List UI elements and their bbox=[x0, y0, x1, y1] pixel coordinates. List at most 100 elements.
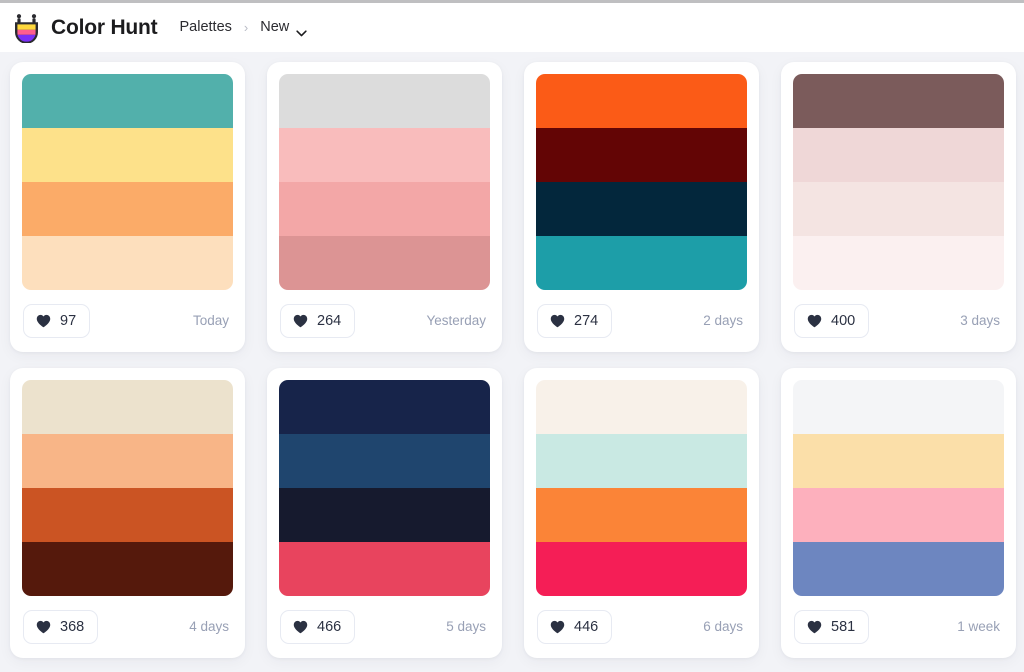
like-button[interactable]: 368 bbox=[23, 610, 99, 644]
like-count: 446 bbox=[574, 618, 599, 635]
palette-board: 97 Today 264 Yesterday 274 2 days 400 3 days 368… bbox=[0, 52, 1024, 672]
palette-card[interactable]: 581 1 week bbox=[781, 368, 1016, 658]
palette-card-footer: 581 1 week bbox=[793, 596, 1004, 658]
palette-swatch[interactable] bbox=[793, 434, 1004, 488]
like-count: 274 bbox=[574, 312, 599, 329]
like-count: 97 bbox=[60, 312, 77, 329]
like-count: 466 bbox=[317, 618, 342, 635]
palette-swatches[interactable] bbox=[536, 74, 747, 290]
palette-card[interactable]: 97 Today bbox=[10, 62, 245, 352]
heart-icon bbox=[550, 620, 565, 634]
heart-icon bbox=[36, 620, 51, 634]
palette-swatch[interactable] bbox=[279, 128, 490, 182]
like-count: 264 bbox=[317, 312, 342, 329]
palette-swatch[interactable] bbox=[793, 236, 1004, 290]
like-button[interactable]: 466 bbox=[280, 610, 356, 644]
like-count: 581 bbox=[831, 618, 856, 635]
palette-swatches[interactable] bbox=[793, 380, 1004, 596]
breadcrumb-new-label: New bbox=[260, 19, 290, 36]
palette-swatch[interactable] bbox=[793, 488, 1004, 542]
palette-swatch[interactable] bbox=[279, 236, 490, 290]
palette-swatches[interactable] bbox=[279, 74, 490, 290]
palette-card-footer: 274 2 days bbox=[536, 290, 747, 352]
palette-grid: 97 Today 264 Yesterday 274 2 days 400 3 days 368… bbox=[0, 62, 1024, 658]
breadcrumb: Palettes › New bbox=[179, 19, 307, 37]
palette-card[interactable]: 274 2 days bbox=[524, 62, 759, 352]
like-button[interactable]: 264 bbox=[280, 304, 356, 338]
palette-swatch[interactable] bbox=[536, 74, 747, 128]
palette-swatches[interactable] bbox=[793, 74, 1004, 290]
brand-name: Color Hunt bbox=[51, 16, 158, 39]
breadcrumb-separator: › bbox=[243, 20, 249, 35]
palette-swatch[interactable] bbox=[22, 236, 233, 290]
colorhunt-logo-icon bbox=[13, 13, 40, 43]
palette-timestamp: Yesterday bbox=[426, 313, 486, 329]
palette-swatch[interactable] bbox=[279, 182, 490, 236]
palette-swatch[interactable] bbox=[279, 380, 490, 434]
palette-card-footer: 400 3 days bbox=[793, 290, 1004, 352]
breadcrumb-new-dropdown[interactable]: New bbox=[260, 19, 307, 37]
palette-card[interactable]: 400 3 days bbox=[781, 62, 1016, 352]
palette-card-footer: 368 4 days bbox=[22, 596, 233, 658]
palette-card[interactable]: 466 5 days bbox=[267, 368, 502, 658]
heart-icon bbox=[36, 314, 51, 328]
palette-swatch[interactable] bbox=[536, 380, 747, 434]
palette-timestamp: 5 days bbox=[446, 619, 486, 635]
heart-icon bbox=[807, 620, 822, 634]
palette-card[interactable]: 368 4 days bbox=[10, 368, 245, 658]
palette-swatch[interactable] bbox=[22, 380, 233, 434]
palette-card[interactable]: 264 Yesterday bbox=[267, 62, 502, 352]
palette-swatch[interactable] bbox=[536, 542, 747, 596]
like-count: 400 bbox=[831, 312, 856, 329]
palette-card[interactable]: 446 6 days bbox=[524, 368, 759, 658]
palette-swatch[interactable] bbox=[793, 380, 1004, 434]
palette-swatch[interactable] bbox=[793, 542, 1004, 596]
like-button[interactable]: 581 bbox=[794, 610, 870, 644]
site-header: Color Hunt Palettes › New bbox=[0, 3, 1024, 52]
palette-card-footer: 466 5 days bbox=[279, 596, 490, 658]
breadcrumb-palettes[interactable]: Palettes bbox=[179, 20, 231, 35]
palette-swatch[interactable] bbox=[279, 542, 490, 596]
palette-swatch[interactable] bbox=[536, 434, 747, 488]
palette-swatches[interactable] bbox=[22, 380, 233, 596]
palette-swatches[interactable] bbox=[536, 380, 747, 596]
palette-swatch[interactable] bbox=[22, 128, 233, 182]
palette-card-footer: 264 Yesterday bbox=[279, 290, 490, 352]
palette-card-footer: 446 6 days bbox=[536, 596, 747, 658]
like-button[interactable]: 446 bbox=[537, 610, 613, 644]
palette-swatch[interactable] bbox=[793, 74, 1004, 128]
palette-swatch[interactable] bbox=[22, 488, 233, 542]
palette-swatch[interactable] bbox=[536, 128, 747, 182]
palette-swatch[interactable] bbox=[279, 74, 490, 128]
chevron-down-icon bbox=[296, 24, 307, 37]
palette-timestamp: 1 week bbox=[957, 619, 1000, 635]
like-button[interactable]: 400 bbox=[794, 304, 870, 338]
like-count: 368 bbox=[60, 618, 85, 635]
heart-icon bbox=[293, 620, 308, 634]
palette-swatch[interactable] bbox=[536, 182, 747, 236]
palette-timestamp: 2 days bbox=[703, 313, 743, 329]
palette-timestamp: 4 days bbox=[189, 619, 229, 635]
palette-swatch[interactable] bbox=[536, 488, 747, 542]
brand-logo-link[interactable]: Color Hunt bbox=[13, 13, 158, 43]
palette-timestamp: 3 days bbox=[960, 313, 1000, 329]
palette-swatch[interactable] bbox=[22, 182, 233, 236]
heart-icon bbox=[550, 314, 565, 328]
palette-swatch[interactable] bbox=[793, 182, 1004, 236]
palette-swatch[interactable] bbox=[793, 128, 1004, 182]
palette-card-footer: 97 Today bbox=[22, 290, 233, 352]
palette-timestamp: Today bbox=[192, 313, 229, 329]
palette-timestamp: 6 days bbox=[703, 619, 743, 635]
palette-swatch[interactable] bbox=[536, 236, 747, 290]
palette-swatch[interactable] bbox=[22, 542, 233, 596]
palette-swatch[interactable] bbox=[279, 488, 490, 542]
palette-swatches[interactable] bbox=[279, 380, 490, 596]
heart-icon bbox=[293, 314, 308, 328]
palette-swatches[interactable] bbox=[22, 74, 233, 290]
palette-swatch[interactable] bbox=[279, 434, 490, 488]
palette-swatch[interactable] bbox=[22, 434, 233, 488]
palette-swatch[interactable] bbox=[22, 74, 233, 128]
like-button[interactable]: 97 bbox=[23, 304, 91, 338]
heart-icon bbox=[807, 314, 822, 328]
like-button[interactable]: 274 bbox=[537, 304, 613, 338]
